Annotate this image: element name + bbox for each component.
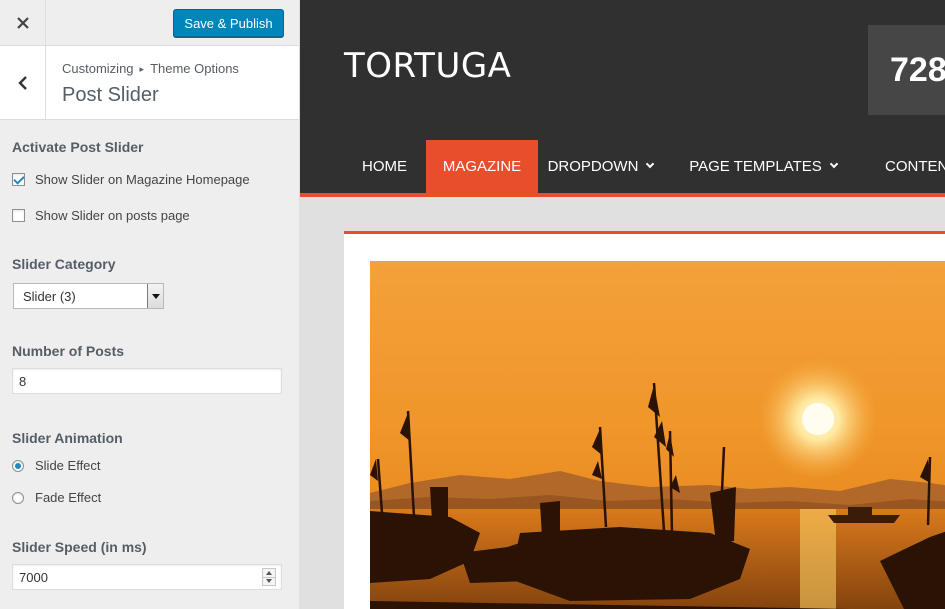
sunset-boats-image xyxy=(370,261,945,609)
magazine-slider-checkbox[interactable] xyxy=(12,173,25,186)
slide-effect-label: Slide Effect xyxy=(35,458,101,473)
save-publish-button[interactable]: Save & Publish xyxy=(173,9,284,37)
close-button[interactable] xyxy=(0,0,46,46)
breadcrumb-root: Customizing xyxy=(62,61,134,76)
site-title[interactable]: TORTUGA xyxy=(344,46,511,86)
chevron-left-icon xyxy=(17,75,27,90)
slide-effect-option[interactable]: Slide Effect xyxy=(12,458,101,473)
slider-speed-input[interactable]: 7000 xyxy=(12,564,282,590)
slider-category-title: Slider Category xyxy=(12,256,116,272)
slider-speed-title: Slider Speed (in ms) xyxy=(12,539,147,555)
nav-item-dropdown-label: DROPDOWN xyxy=(547,158,639,175)
fade-effect-radio[interactable] xyxy=(12,491,24,504)
chevron-down-icon xyxy=(829,159,839,168)
nav-item-home[interactable]: HOME xyxy=(344,140,425,193)
nav-item-content-label: CONTENT xyxy=(885,158,945,175)
number-of-posts-title: Number of Posts xyxy=(12,343,125,359)
nav-item-dropdown[interactable]: DROPDOWN xyxy=(538,140,663,193)
nav-item-magazine[interactable]: MAGAZINE xyxy=(426,140,538,193)
dropdown-arrow-icon[interactable] xyxy=(147,284,163,308)
close-icon xyxy=(16,17,29,29)
slide-effect-radio[interactable] xyxy=(12,459,24,472)
breadcrumb-parent: Theme Options xyxy=(150,61,239,76)
posts-page-slider-option[interactable]: Show Slider on posts page xyxy=(12,208,190,223)
magazine-slider-option[interactable]: Show Slider on Magazine Homepage xyxy=(12,172,250,187)
customizer-header: Save & Publish xyxy=(0,0,299,46)
slider-category-value: Slider (3) xyxy=(23,288,76,304)
content-card xyxy=(344,231,945,609)
nav-item-home-label: HOME xyxy=(362,158,407,175)
site-header: TORTUGA 728 xyxy=(300,0,945,140)
posts-page-slider-checkbox[interactable] xyxy=(12,209,25,222)
slider-category-select[interactable]: Slider (3) xyxy=(13,283,164,309)
back-button[interactable] xyxy=(0,46,46,119)
slider-animation-title: Slider Animation xyxy=(12,430,123,446)
number-stepper-icon[interactable] xyxy=(262,568,276,586)
chevron-down-icon xyxy=(646,159,655,168)
slider-speed-value: 7000 xyxy=(19,569,48,585)
nav-item-content[interactable]: CONTENT xyxy=(865,140,945,193)
section-header: Customizing ▸ Theme Options Post Slider xyxy=(0,46,299,120)
nav-item-page-templates-label: PAGE TEMPLATES xyxy=(689,158,822,175)
site-preview: TORTUGA 728 HOME MAGAZINE DROPDOWN PAGE … xyxy=(300,0,945,609)
customizer-panel: Save & Publish Customizing ▸ Theme Options… xyxy=(0,0,300,609)
nav-item-magazine-label: MAGAZINE xyxy=(442,158,522,175)
main-navigation: HOME MAGAZINE DROPDOWN PAGE TEMPLATES CO… xyxy=(300,140,945,197)
nav-item-page-templates[interactable]: PAGE TEMPLATES xyxy=(683,140,843,193)
fade-effect-option[interactable]: Fade Effect xyxy=(12,490,101,505)
posts-page-slider-label: Show Slider on posts page xyxy=(35,208,190,223)
number-of-posts-input[interactable]: 8 xyxy=(12,368,282,394)
breadcrumb-separator-icon: ▸ xyxy=(139,64,145,74)
fade-effect-label: Fade Effect xyxy=(35,490,102,505)
activate-slider-title: Activate Post Slider xyxy=(12,139,144,155)
breadcrumb: Customizing ▸ Theme Options xyxy=(62,61,239,76)
header-ad-banner[interactable]: 728 xyxy=(868,25,945,115)
number-of-posts-value: 8 xyxy=(19,373,27,389)
slider-image[interactable] xyxy=(370,261,945,609)
magazine-slider-label: Show Slider on Magazine Homepage xyxy=(35,172,250,187)
section-title: Post Slider xyxy=(62,84,159,106)
